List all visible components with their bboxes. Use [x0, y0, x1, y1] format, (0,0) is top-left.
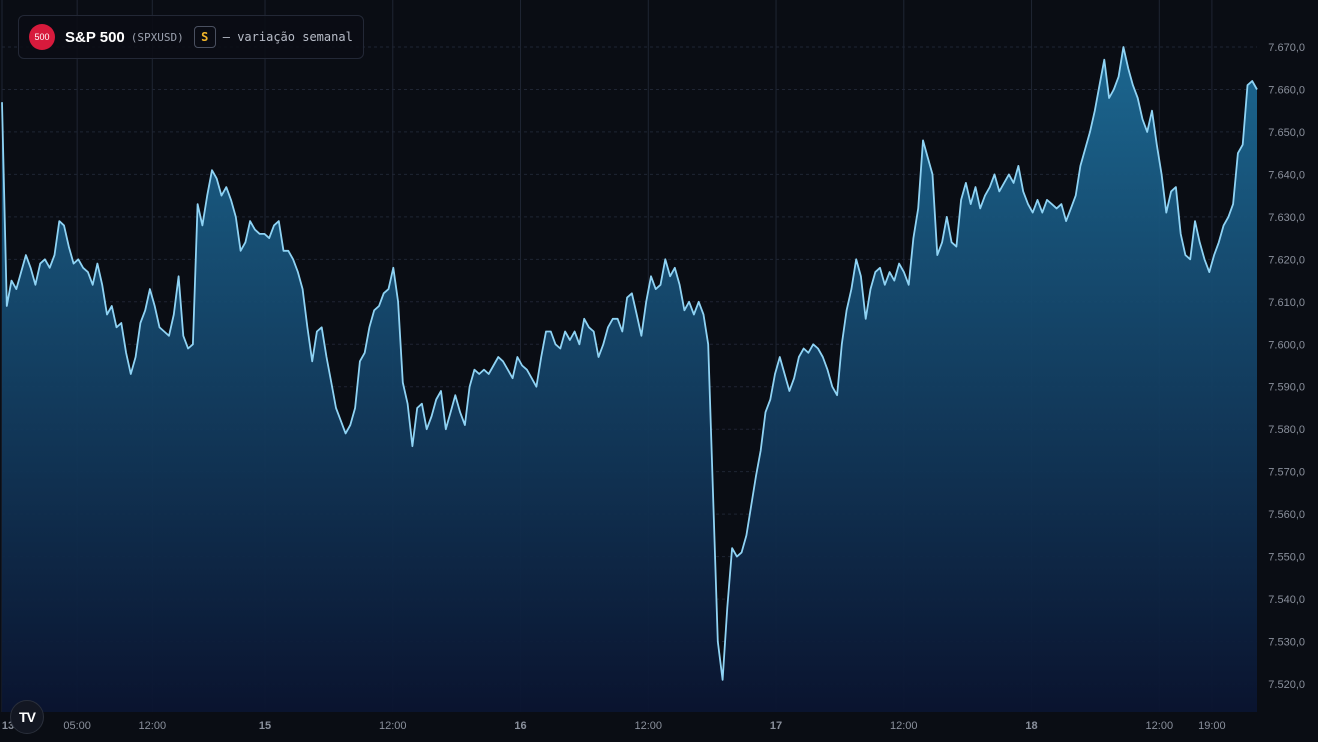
y-tick-label: 7.610,0: [1268, 297, 1305, 309]
interval-badge[interactable]: S: [193, 26, 216, 48]
tradingview-logo-icon[interactable]: TV: [10, 700, 44, 734]
y-tick-label: 7.590,0: [1268, 382, 1305, 394]
symbol-logo-icon[interactable]: 500: [29, 24, 55, 50]
y-tick-label: 7.620,0: [1268, 254, 1305, 266]
y-axis[interactable]: 7.520,0 7.530,0 7.540,0 7.550,0 7.560,0 7.570…: [1268, 42, 1305, 691]
x-tick-label: 12:00: [890, 720, 918, 732]
price-chart[interactable]: 7.520,0 7.530,0 7.540,0 7.550,0 7.560,0 7.570…: [0, 0, 1318, 742]
series-area: [1, 46, 1258, 712]
y-tick-label: 7.520,0: [1268, 679, 1305, 691]
x-tick-label: 19:00: [1198, 720, 1226, 732]
y-tick-label: 7.600,0: [1268, 339, 1305, 351]
x-tick-label: 12:00: [379, 720, 407, 732]
y-tick-label: 7.580,0: [1268, 424, 1305, 436]
y-tick-label: 7.650,0: [1268, 127, 1305, 139]
x-tick-label: 12:00: [635, 720, 663, 732]
y-tick-label: 7.640,0: [1268, 169, 1305, 181]
symbol-legend[interactable]: 500 S&P 500 (SPXUSD) S – variação semana…: [18, 15, 364, 59]
chart-area[interactable]: 7.520,0 7.530,0 7.540,0 7.550,0 7.560,0 7.570…: [0, 0, 1318, 742]
y-tick-label: 7.540,0: [1268, 594, 1305, 606]
y-tick-label: 7.550,0: [1268, 552, 1305, 564]
x-tick-label: 12:00: [139, 720, 167, 732]
symbol-ticker: (SPXUSD): [130, 30, 184, 44]
y-tick-label: 7.560,0: [1268, 509, 1305, 521]
x-tick-label: 17: [770, 720, 782, 732]
x-tick-label: 15: [259, 720, 271, 732]
symbol-name[interactable]: S&P 500: [65, 29, 125, 46]
x-tick-label: 16: [514, 720, 526, 732]
y-tick-label: 7.530,0: [1268, 637, 1305, 649]
interval-description: – variação semanal: [222, 30, 353, 44]
x-tick-label: 18: [1025, 720, 1037, 732]
y-tick-label: 7.670,0: [1268, 42, 1305, 54]
y-tick-label: 7.630,0: [1268, 212, 1305, 224]
x-tick-label: 12:00: [1146, 720, 1174, 732]
y-tick-label: 7.570,0: [1268, 467, 1305, 479]
x-axis[interactable]: 13 05:00 12:00 15 12:00 16 12:00 17 12:00 18 12:00…: [2, 720, 1226, 732]
x-tick-label: 05:00: [63, 720, 91, 732]
series-area-fill: [2, 47, 1257, 712]
y-tick-label: 7.660,0: [1268, 84, 1305, 96]
